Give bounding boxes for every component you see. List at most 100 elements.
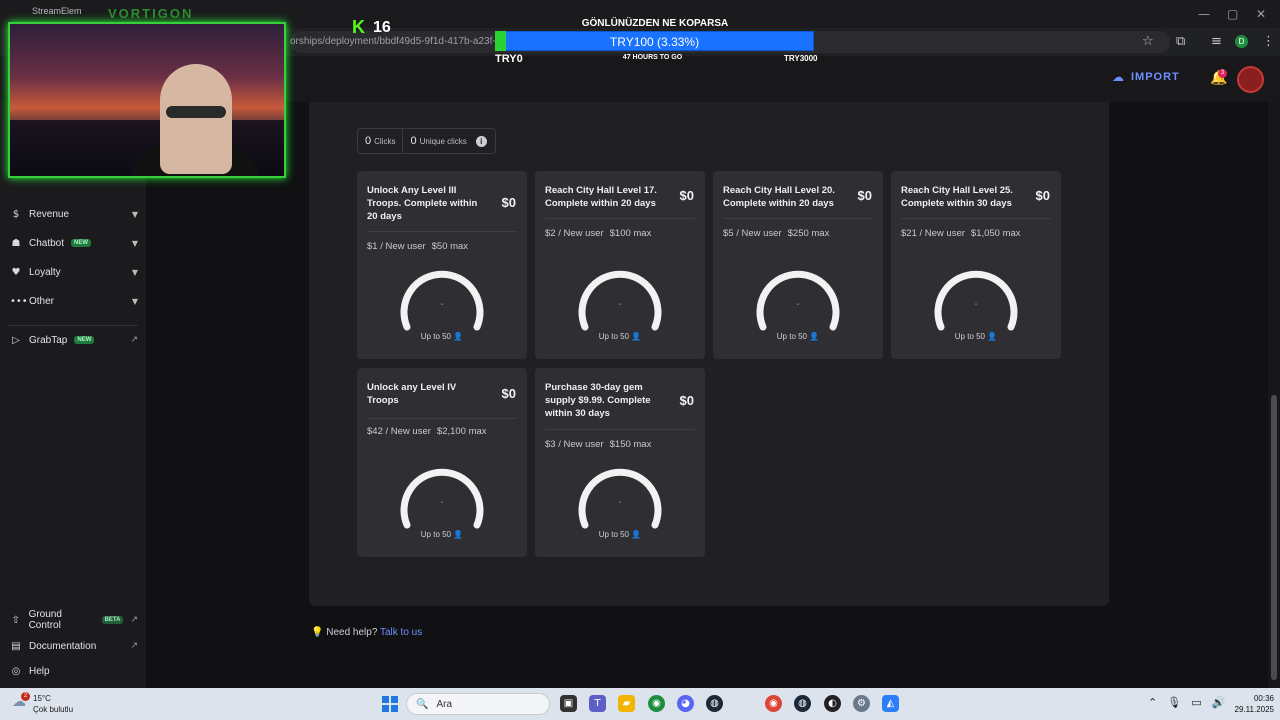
webcam-overlay <box>8 22 286 178</box>
cap-label: Up to 50 <box>776 332 808 341</box>
teams-icon[interactable]: T <box>589 695 606 712</box>
sidebar-item-grabtap[interactable]: ▷ GrabTap NEW ↗ <box>10 330 138 350</box>
cap-label: Up to 50 <box>420 530 452 539</box>
obs-icon[interactable]: ◐ <box>824 695 841 712</box>
divider <box>402 128 404 154</box>
clicks-summary: 0 Clicks 0 Unique clicks i <box>357 128 496 154</box>
search-placeholder: Ara <box>436 698 453 710</box>
file-explorer-icon[interactable]: ▰ <box>618 695 635 712</box>
gauge <box>756 270 840 331</box>
clock-time[interactable]: 00:36 <box>1228 694 1274 703</box>
sidebar-item-loyalty[interactable]: ♥ Loyalty ▼ <box>10 262 138 282</box>
sidebar-item-label: Documentation <box>29 640 97 652</box>
chevron-up-icon[interactable]: ⌃ <box>1148 696 1157 709</box>
grabtap-icon: ▷ <box>12 334 20 346</box>
card-divider <box>367 418 517 419</box>
card-cap: Up to 50 👤 <box>357 530 527 539</box>
maximize-icon[interactable]: ▢ <box>1227 7 1238 21</box>
discord-icon[interactable]: ◕ <box>677 695 694 712</box>
dollar-icon: $ <box>12 208 20 220</box>
card-rate: $42 / New user $2,100 max <box>367 426 487 437</box>
browser-tab[interactable]: StreamElem <box>32 6 82 16</box>
card-divider <box>723 218 873 219</box>
taskbar <box>0 688 1280 720</box>
rate-max: $100 max <box>609 228 652 239</box>
card-rate: $1 / New user $50 max <box>367 241 468 252</box>
card-amount: $0 <box>679 393 694 408</box>
extensions-icon[interactable]: ⧉ <box>1176 34 1185 49</box>
card-title: Unlock any Level IV Troops <box>367 382 457 406</box>
external-link-icon: ↗ <box>130 615 138 625</box>
chrome-profile-icon[interactable]: ◉ <box>765 695 782 712</box>
sidebar <box>0 102 146 688</box>
external-link-icon: ↗ <box>130 641 138 651</box>
card-title: Reach City Hall Level 17. Complete withi… <box>545 185 657 209</box>
sidebar-item-ground-control[interactable]: ⇧ Ground Control BETA ↗ <box>10 609 138 631</box>
rate-per-user: $2 / New user <box>545 228 604 239</box>
card-cap: Up to 50 👤 <box>891 332 1061 341</box>
rate-per-user: $1 / New user <box>367 241 426 252</box>
avatar[interactable] <box>1237 66 1264 93</box>
robot-icon: ☗ <box>11 237 21 249</box>
microphone-icon[interactable]: 🎙 <box>1167 696 1181 709</box>
weather-desc[interactable]: Çok bulutlu <box>33 705 73 714</box>
network-icon[interactable]: ▭ <box>1191 696 1201 709</box>
browser-menu-icon[interactable]: ⋮ <box>1262 34 1275 49</box>
clock-date[interactable]: 29.11.2025 <box>1228 705 1274 714</box>
start-button[interactable] <box>382 696 398 712</box>
sidebar-item-revenue[interactable]: $ Revenue ▼ <box>10 204 138 224</box>
volume-icon[interactable]: 🔊 <box>1212 696 1226 709</box>
settings-icon[interactable]: ⚙ <box>853 695 870 712</box>
steam-alt-icon[interactable]: ◍ <box>794 695 811 712</box>
sidebar-item-label: Ground Control <box>28 609 62 631</box>
card-cap: Up to 50 👤 <box>535 530 705 539</box>
new-badge: NEW <box>71 239 92 247</box>
hand-heart-icon: ♥ <box>11 266 21 278</box>
sidebar-item-help[interactable]: ◎ Help <box>10 661 138 681</box>
gauge <box>578 270 662 331</box>
task-view-icon[interactable]: ▣ <box>560 695 577 712</box>
steam-icon[interactable]: ◍ <box>706 695 723 712</box>
import-button[interactable]: ☁ IMPORT <box>1112 70 1180 84</box>
goal-max: TRY3000 <box>784 54 818 63</box>
document-icon: ▤ <box>11 640 21 652</box>
clicks-value: 0 <box>365 135 372 147</box>
cap-label: Up to 50 <box>954 332 986 341</box>
card-amount: $0 <box>501 386 516 401</box>
minimize-icon[interactable]: — <box>1198 7 1210 21</box>
rate-max: $50 max <box>431 241 469 252</box>
taskbar-search[interactable]: 🔍 Ara <box>406 693 550 715</box>
unique-clicks-label: Unique clicks <box>419 136 467 146</box>
chevron-down-icon: ▼ <box>131 238 138 248</box>
help-circle-icon: ◎ <box>11 665 21 677</box>
reading-list-icon[interactable]: ≡ <box>1211 34 1222 49</box>
close-icon[interactable]: ✕ <box>1256 7 1266 21</box>
sidebar-item-other[interactable]: ••• Other ▼ <box>10 291 138 311</box>
profile-icon[interactable]: D <box>1235 35 1248 48</box>
app-icon[interactable]: ◭ <box>882 695 899 712</box>
card-title: Purchase 30-day gem supply $9.99. Comple… <box>545 382 651 419</box>
goal-min: TRY0 <box>495 53 523 65</box>
bookmark-star-icon[interactable]: ☆ <box>1142 34 1154 49</box>
card-divider <box>545 218 695 219</box>
talk-to-us-link[interactable]: Talk to us <box>380 627 422 638</box>
headset <box>166 106 226 118</box>
goal-title: GÖNLÜNÜZDEN NE KOPARSA <box>581 18 729 29</box>
scrollbar-thumb[interactable] <box>1271 395 1277 680</box>
gauge <box>934 270 1018 331</box>
sidebar-item-documentation[interactable]: ▤ Documentation ↗ <box>10 636 138 656</box>
goal-card: Unlock Any Level III Troops. Complete wi… <box>357 171 527 359</box>
sidebar-item-chatbot[interactable]: ☗ Chatbot NEW ▼ <box>10 233 138 253</box>
gauge-value: - <box>440 497 444 508</box>
card-cap: Up to 50 👤 <box>535 332 705 341</box>
gauge <box>400 468 484 529</box>
system-tray: ⌃ 🎙 ▭ 🔊 <box>1148 696 1225 709</box>
gauge-value: - <box>796 299 800 310</box>
sidebar-divider <box>8 325 138 326</box>
gauge-value: - <box>974 299 978 310</box>
sidebar-item-label: Other <box>29 295 55 307</box>
weather-temp[interactable]: 15°C <box>33 694 51 703</box>
sidebar-item-label: Loyalty <box>29 266 61 278</box>
info-icon[interactable]: i <box>475 135 487 147</box>
chrome-icon[interactable]: ◉ <box>648 695 665 712</box>
